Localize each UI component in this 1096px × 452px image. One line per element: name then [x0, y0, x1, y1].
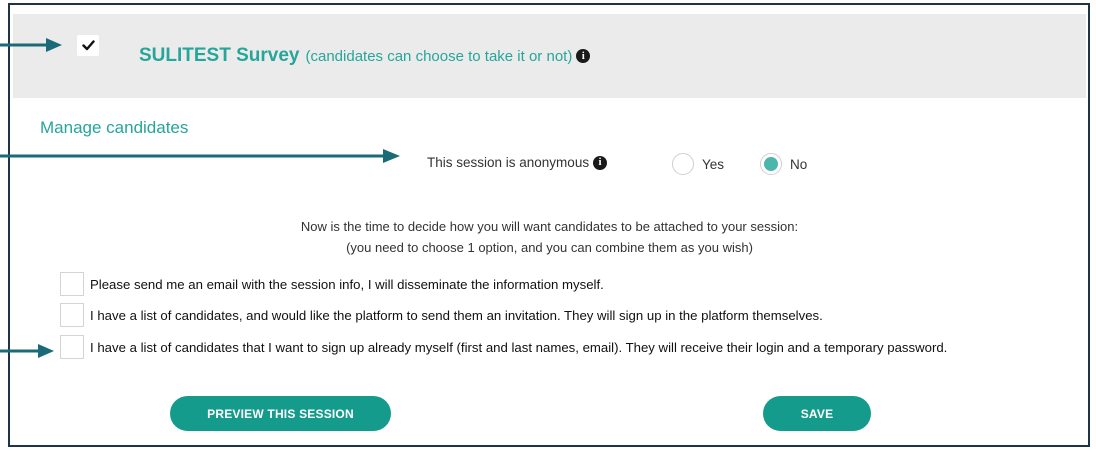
- no-label: No: [790, 156, 808, 172]
- attach-option-invitation[interactable]: I have a list of candidates, and would l…: [60, 303, 990, 327]
- yes-label: Yes: [702, 156, 725, 172]
- attach-option-checkbox[interactable]: [60, 272, 84, 296]
- info-circle-icon[interactable]: i: [593, 155, 608, 170]
- info-circle-icon[interactable]: i: [576, 49, 591, 63]
- anonymous-yes-option[interactable]: Yes: [672, 153, 724, 175]
- survey-checkbox[interactable]: [77, 35, 99, 56]
- instructions-line-1: Now is the time to decide how you will w…: [300, 219, 799, 234]
- survey-title-text: SULITEST Survey: [139, 45, 300, 66]
- attach-option-checkbox[interactable]: [60, 335, 84, 359]
- checkmark-icon: [81, 40, 95, 51]
- arrow-right-icon: [0, 38, 62, 52]
- preview-session-button[interactable]: PREVIEW THIS SESSION: [170, 396, 391, 431]
- radio-selected-dot: [764, 157, 778, 171]
- attach-option-self-signup[interactable]: I have a list of candidates that I want …: [60, 335, 990, 359]
- instructions-line-2: (you need to choose 1 option, and you ca…: [346, 240, 753, 255]
- attach-option-label: I have a list of candidates, and would l…: [90, 308, 823, 323]
- attach-option-email[interactable]: Please send me an email with the session…: [60, 272, 990, 296]
- save-button[interactable]: SAVE: [763, 396, 871, 431]
- no-radio[interactable]: [760, 153, 782, 175]
- arrow-right-icon: [0, 149, 400, 163]
- attach-option-checkbox[interactable]: [60, 303, 84, 327]
- anonymous-question: This session is anonymous i: [427, 155, 608, 170]
- attach-option-label: Please send me an email with the session…: [90, 277, 604, 292]
- manage-candidates-heading: Manage candidates: [40, 118, 189, 137]
- yes-radio[interactable]: [672, 153, 694, 175]
- anonymous-label: This session is anonymous: [427, 155, 590, 170]
- survey-title: SULITEST Survey (candidates can choose t…: [139, 45, 591, 67]
- survey-subtitle: (candidates can choose to take it or not…: [305, 47, 573, 65]
- attach-option-label: I have a list of candidates that I want …: [90, 340, 948, 355]
- anonymous-no-option[interactable]: No: [760, 153, 807, 175]
- arrow-right-icon: [0, 344, 54, 358]
